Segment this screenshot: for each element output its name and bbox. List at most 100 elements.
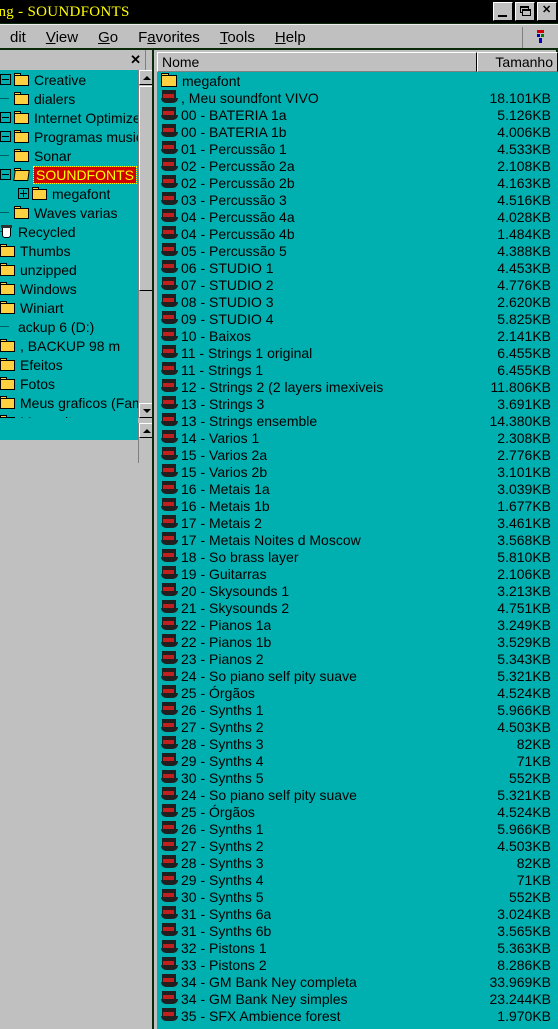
expander-minus-icon[interactable]: [0, 169, 11, 180]
restore-button[interactable]: [515, 2, 535, 21]
expander-minus-icon[interactable]: [0, 74, 11, 85]
file-list[interactable]: megafont, Meu soundfont VIVO 18.101KB 00 -…: [157, 72, 558, 1029]
file-list-row[interactable]: 34 - GM Bank Ney simples 23.244KB: [157, 990, 558, 1007]
tree-scroll2-up-button[interactable]: [139, 423, 153, 438]
file-list-row[interactable]: 35 - SFX Ambience forest 1.970KB: [157, 1007, 558, 1024]
file-list-row[interactable]: 01 - Percussão 1 4.533KB: [157, 140, 558, 157]
column-header-size[interactable]: Tamanho: [477, 52, 558, 72]
file-list-row[interactable]: 12 - Strings 2 (2 layers imexiveis 11.806…: [157, 378, 558, 395]
file-list-row[interactable]: 02 - Percussão 2b 4.163KB: [157, 174, 558, 191]
file-list-row[interactable]: 24 - So piano self pity suave 5.321KB: [157, 786, 558, 803]
file-list-row[interactable]: 26 - Synths 1 5.966KB: [157, 701, 558, 718]
tree-scroll-up-button[interactable]: [139, 70, 153, 85]
menu-edit[interactable]: dit: [0, 29, 36, 46]
tree-scrollbar-secondary[interactable]: [138, 423, 153, 463]
expander-minus-icon[interactable]: [0, 131, 11, 142]
file-list-row[interactable]: 28 - Synths 3 82KB: [157, 735, 558, 752]
file-list-row[interactable]: 13 - Strings 3 3.691KB: [157, 395, 558, 412]
sidebar-item-thumbs[interactable]: Thumbs: [0, 241, 138, 260]
file-list-row[interactable]: 29 - Synths 4 71KB: [157, 752, 558, 769]
file-list-row[interactable]: 32 - Pistons 1 5.363KB: [157, 939, 558, 956]
menu-view[interactable]: View: [36, 29, 88, 46]
minimize-button[interactable]: [493, 2, 513, 21]
file-list-row[interactable]: 08 - STUDIO 3 2.620KB: [157, 293, 558, 310]
file-list-row[interactable]: 11 - Strings 1 6.455KB: [157, 361, 558, 378]
file-list-row[interactable]: 17 - Metais 2 3.461KB: [157, 514, 558, 531]
file-list-row[interactable]: 18 - So brass layer 5.810KB: [157, 548, 558, 565]
file-list-row[interactable]: 24 - So piano self pity suave 5.321KB: [157, 667, 558, 684]
file-list-row[interactable]: 25 - Órgãos 4.524KB: [157, 684, 558, 701]
menu-favorites[interactable]: Favorites: [128, 29, 210, 46]
sidebar-item-sonar[interactable]: Sonar: [0, 146, 138, 165]
expander-plus-icon[interactable]: [18, 188, 29, 199]
file-list-row[interactable]: 22 - Pianos 1b 3.529KB: [157, 633, 558, 650]
menu-help[interactable]: Help: [265, 29, 316, 46]
file-list-row[interactable]: 11 - Strings 1 original 6.455KB: [157, 344, 558, 361]
file-list-row[interactable]: 02 - Percussão 2a 2.108KB: [157, 157, 558, 174]
file-list-row[interactable]: 33 - Pistons 2 8.286KB: [157, 956, 558, 973]
file-list-row[interactable]: 04 - Percussão 4b 1.484KB: [157, 225, 558, 242]
file-list-row[interactable]: 30 - Synths 5 552KB: [157, 888, 558, 905]
menu-go[interactable]: Go: [88, 29, 128, 46]
file-list-row[interactable]: 28 - Synths 3 82KB: [157, 854, 558, 871]
file-list-row[interactable]: 34 - GM Bank Ney completa 33.969KB: [157, 973, 558, 990]
column-header-name[interactable]: Nome: [157, 52, 477, 72]
file-list-row[interactable]: 31 - Synths 6a 3.024KB: [157, 905, 558, 922]
sidebar-item-unzipped[interactable]: unzipped: [0, 260, 138, 279]
file-list-row[interactable]: 06 - STUDIO 1 4.453KB: [157, 259, 558, 276]
file-list-row[interactable]: 21 - Skysounds 2 4.751KB: [157, 599, 558, 616]
sidebar-item-dialers[interactable]: dialers: [0, 89, 138, 108]
file-list-row[interactable]: megafont: [157, 72, 558, 89]
sidebar-item-soundfonts[interactable]: SOUNDFONTS: [0, 165, 138, 184]
file-list-row[interactable]: 26 - Synths 1 5.966KB: [157, 820, 558, 837]
sidebar-item-backup-98-m[interactable]: , BACKUP 98 m: [0, 336, 138, 355]
expander-minus-icon[interactable]: [0, 112, 11, 123]
file-list-row[interactable]: 09 - STUDIO 4 5.825KB: [157, 310, 558, 327]
sidebar-item-ackup-6-d[interactable]: ackup 6 (D:): [0, 317, 138, 336]
sidebar-item-programas-music[interactable]: Programas music: [0, 127, 138, 146]
file-list-row[interactable]: 03 - Percussão 3 4.516KB: [157, 191, 558, 208]
menu-tools[interactable]: Tools: [210, 29, 265, 46]
sidebar-item-recycled[interactable]: Recycled: [0, 222, 138, 241]
close-pane-icon[interactable]: ✕: [130, 52, 141, 68]
file-list-row[interactable]: 27 - Synths 2 4.503KB: [157, 837, 558, 854]
sidebar-item-windows[interactable]: Windows: [0, 279, 138, 298]
file-list-row[interactable]: 00 - BATERIA 1b 4.006KB: [157, 123, 558, 140]
file-list-row[interactable]: 29 - Synths 4 71KB: [157, 871, 558, 888]
tree-scroll-thumb[interactable]: [139, 86, 153, 291]
folders-tree[interactable]: Creative dialers Internet Optimizer Program…: [0, 70, 138, 418]
file-list-row[interactable]: 17 - Metais Noites d Moscow 3.568KB: [157, 531, 558, 548]
sidebar-item-creative[interactable]: Creative: [0, 70, 138, 89]
tree-scroll-down-button[interactable]: [139, 403, 153, 418]
file-list-row[interactable]: 16 - Metais 1b 1.677KB: [157, 497, 558, 514]
file-list-row[interactable]: , Meu soundfont VIVO 18.101KB: [157, 89, 558, 106]
sidebar-item-internet-optimizer[interactable]: Internet Optimizer: [0, 108, 138, 127]
file-list-row[interactable]: 07 - STUDIO 2 4.776KB: [157, 276, 558, 293]
close-button[interactable]: ✕: [537, 2, 557, 21]
sidebar-item-meus-graficos-famil[interactable]: Meus graficos (Famil: [0, 393, 138, 412]
file-list-row[interactable]: 23 - Pianos 2 5.343KB: [157, 650, 558, 667]
file-list-row[interactable]: 30 - Synths 5 552KB: [157, 769, 558, 786]
file-list-row[interactable]: 04 - Percussão 4a 4.028KB: [157, 208, 558, 225]
file-list-row[interactable]: 15 - Varios 2a 2.776KB: [157, 446, 558, 463]
file-list-row[interactable]: 27 - Synths 2 4.503KB: [157, 718, 558, 735]
file-list-row[interactable]: 16 - Metais 1a 3.039KB: [157, 480, 558, 497]
file-list-row[interactable]: 10 - Baixos 2.141KB: [157, 327, 558, 344]
file-list-row[interactable]: 15 - Varios 2b 3.101KB: [157, 463, 558, 480]
sidebar-item-fotos[interactable]: Fotos: [0, 374, 138, 393]
file-list-row[interactable]: 14 - Varios 1 2.308KB: [157, 429, 558, 446]
file-list-row[interactable]: 05 - Percussão 5 4.388KB: [157, 242, 558, 259]
sidebar-item-megafont[interactable]: megafont: [0, 184, 138, 203]
file-list-row[interactable]: 22 - Pianos 1a 3.249KB: [157, 616, 558, 633]
sidebar-item-winiart[interactable]: Winiart: [0, 298, 138, 317]
file-list-row[interactable]: 13 - Strings ensemble 14.380KB: [157, 412, 558, 429]
tree-scrollbar[interactable]: [138, 70, 153, 418]
file-list-row[interactable]: 00 - BATERIA 1a 5.126KB: [157, 106, 558, 123]
file-list-row[interactable]: 31 - Synths 6b 3.565KB: [157, 922, 558, 939]
file-list-row[interactable]: 25 - Órgãos 4.524KB: [157, 803, 558, 820]
file-list-row[interactable]: 20 - Skysounds 1 3.213KB: [157, 582, 558, 599]
sidebar-item-efeitos[interactable]: Efeitos: [0, 355, 138, 374]
sidebar-item-waves-varias[interactable]: Waves varias: [0, 203, 138, 222]
file-size: 4.524KB: [497, 684, 551, 701]
file-list-row[interactable]: 19 - Guitarras 2.106KB: [157, 565, 558, 582]
